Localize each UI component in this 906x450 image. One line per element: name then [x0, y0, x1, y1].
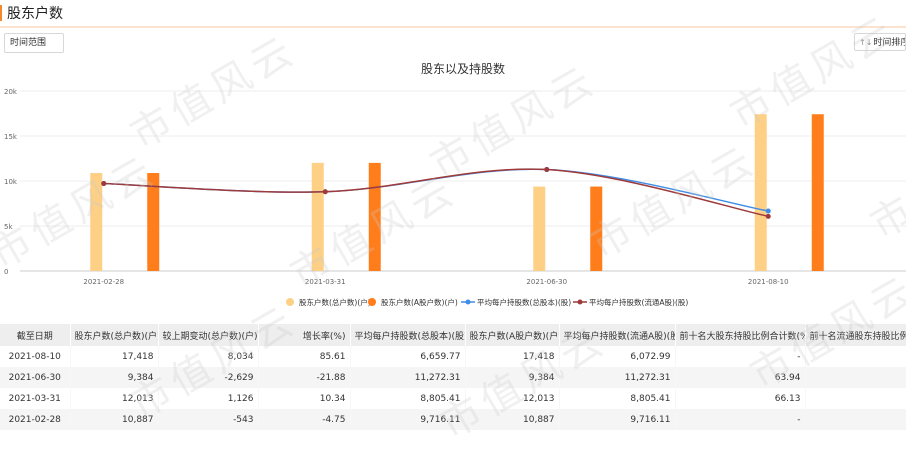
- table-cell: [805, 409, 906, 430]
- legend-label: 平均每户持股数(总股本)(股): [477, 297, 571, 307]
- chart-title: 股东以及持股数: [421, 61, 505, 76]
- x-tick-label: 2021-02-28: [83, 278, 124, 286]
- column-header[interactable]: 股东户数(A股户数)(户): [465, 324, 560, 346]
- table-cell: -21.88: [258, 367, 351, 388]
- y-tick-label: 10k: [4, 178, 18, 186]
- column-header[interactable]: 增长率(%): [258, 324, 351, 346]
- table-cell: 9,716.11: [350, 409, 466, 430]
- table-cell: 8,805.41: [350, 388, 466, 409]
- table-cell: 2021-06-30: [0, 367, 71, 388]
- table-row: 2021-08-10 17,418 8,034 85.61 6,659.77 17,418…: [0, 346, 906, 367]
- table-cell: 12,013: [70, 388, 159, 409]
- x-tick-label: 2021-06-30: [526, 278, 567, 286]
- bar-a-share-holders: [811, 114, 824, 271]
- line-point: [765, 208, 771, 214]
- table-row: 2021-06-30 9,384 -2,629 -21.88 11,272.31 9,38…: [0, 367, 906, 388]
- table-row: 2021-03-31 12,013 1,126 10.34 8,805.41 12,013…: [0, 388, 906, 409]
- bar-total-holders: [533, 186, 546, 271]
- line-point: [322, 189, 328, 195]
- table-cell: 12,013: [465, 388, 560, 409]
- line-avg-float-shares: [103, 168, 769, 218]
- bar-a-share-holders: [147, 173, 160, 271]
- column-header[interactable]: 股东户数(总户数)(户): [70, 324, 159, 346]
- bar-total-holders: [311, 162, 324, 271]
- table-cell: 9,716.11: [559, 409, 676, 430]
- table-cell: -: [675, 346, 806, 367]
- table-cell: 2021-03-31: [0, 388, 71, 409]
- bar-total-holders: [90, 173, 103, 271]
- column-header[interactable]: 平均每户持股数(流通A股)(股): [559, 324, 676, 346]
- shareholder-table: 截至日期 股东户数(总户数)(户) 较上期变动(总户数)(户) 增长率(%) 平均每户持…: [0, 324, 906, 430]
- table-cell: -2,629: [158, 367, 259, 388]
- table-cell: 11,272.31: [559, 367, 676, 388]
- table-row: 2021-02-28 10,887 -543 -4.75 9,716.11 10,887 9…: [0, 409, 906, 430]
- time-sort-button[interactable]: ↑↓时间排序: [854, 33, 906, 51]
- legend-label: 股东户数(A股户数)(户): [381, 297, 458, 307]
- bar-a-share-holders: [368, 162, 381, 271]
- table-cell: 9,384: [70, 367, 159, 388]
- legend-marker: [368, 298, 376, 306]
- shareholder-chart: 股东以及持股数 0 5k 10k 15k 20k 2021-02-28 2021-03-31 2…: [4, 61, 906, 307]
- y-tick-label: 0: [4, 268, 8, 276]
- table-cell: -: [675, 409, 806, 430]
- table-cell: 2021-02-28: [0, 409, 71, 430]
- column-header[interactable]: 截至日期: [0, 324, 71, 346]
- table-cell: [805, 346, 906, 367]
- line-point: [101, 181, 107, 187]
- legend-label: 股东户数(总户数)(户): [299, 297, 371, 307]
- table-cell: 66.13: [675, 388, 806, 409]
- sort-arrows-icon: ↑↓: [859, 38, 873, 47]
- table-cell: 17,418: [70, 346, 159, 367]
- column-header[interactable]: 前十名大股东持股比例合计数(%): [675, 324, 806, 346]
- table-cell: 9,384: [465, 367, 560, 388]
- table-cell: -543: [158, 409, 259, 430]
- x-tick-label: 2021-08-10: [748, 278, 789, 286]
- time-range-button[interactable]: 时间范围: [4, 33, 64, 53]
- table-cell: 8,805.41: [559, 388, 676, 409]
- x-tick-label: 2021-03-31: [305, 278, 346, 286]
- table-cell: 17,418: [465, 346, 560, 367]
- time-sort-label: 时间排序: [873, 38, 906, 48]
- y-tick-label: 15k: [4, 133, 18, 141]
- table-cell: [805, 388, 906, 409]
- table-cell: 2021-08-10: [0, 346, 71, 367]
- column-header[interactable]: 较上期变动(总户数)(户): [158, 324, 259, 346]
- table-header-row: 截至日期 股东户数(总户数)(户) 较上期变动(总户数)(户) 增长率(%) 平均每户持…: [0, 324, 906, 346]
- line-point: [544, 167, 550, 173]
- table-cell: 8,034: [158, 346, 259, 367]
- time-range-label: 时间范围: [10, 38, 47, 48]
- table-cell: 10,887: [70, 409, 159, 430]
- table-cell: -4.75: [258, 409, 351, 430]
- table-cell: 10.34: [258, 388, 351, 409]
- page-header: 股东户数: [0, 0, 906, 28]
- table-cell: 85.61: [258, 346, 351, 367]
- bar-a-share-holders: [590, 186, 603, 271]
- bar-total-holders: [754, 114, 767, 271]
- line-avg-total-shares: [103, 168, 769, 212]
- table-cell: 6,072.99: [559, 346, 676, 367]
- page-title: 股东户数: [7, 6, 63, 22]
- y-tick-label: 20k: [4, 88, 18, 96]
- table-body: 2021-08-10 17,418 8,034 85.61 6,659.77 17,418…: [0, 346, 906, 430]
- table-cell: 6,659.77: [350, 346, 466, 367]
- table-cell: [805, 367, 906, 388]
- table-cell: 11,272.31: [350, 367, 466, 388]
- table-cell: 63.94: [675, 367, 806, 388]
- line-point: [765, 213, 771, 219]
- legend-label: 平均每户持股数(流通A股)(股): [589, 297, 688, 307]
- legend-marker: [286, 298, 294, 306]
- legend-marker: [465, 299, 471, 305]
- legend-marker: [577, 299, 583, 305]
- table-cell: 10,887: [465, 409, 560, 430]
- column-header[interactable]: 前十名流通股东持股比例合计数(%): [805, 324, 906, 346]
- y-tick-label: 5k: [4, 223, 13, 231]
- table-cell: 1,126: [158, 388, 259, 409]
- title-accent-bar: [0, 5, 2, 21]
- column-header[interactable]: 平均每户持股数(总股本)(股): [350, 324, 466, 346]
